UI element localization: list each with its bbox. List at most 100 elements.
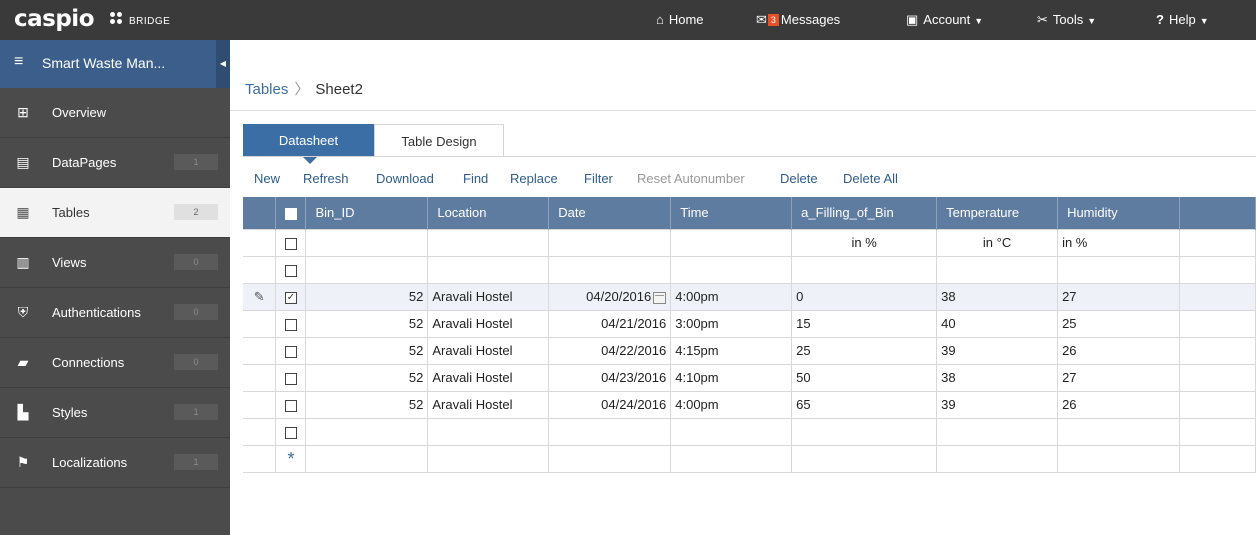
select-all-checkbox[interactable] [275,197,307,229]
column-header-time[interactable]: Time [670,197,793,229]
calendar-icon[interactable] [653,291,667,304]
cell-filling[interactable]: 0 [791,282,938,311]
row-checkbox[interactable] [275,336,307,365]
cell-time[interactable]: 4:00pm [670,390,793,419]
sidebar-item-datapages[interactable]: ▤ DataPages 1 [0,138,230,188]
cell-filling[interactable]: 50 [791,363,938,392]
cell[interactable] [936,417,1059,446]
table-row[interactable]: 52 Aravali Hostel 04/21/2016 3:00pm 15 4… [243,309,1256,338]
new-button[interactable]: New [254,171,280,186]
logo[interactable]: caspio [14,6,95,32]
messages-link[interactable]: ✉ 3 Messages [756,0,840,40]
tab-table-design[interactable]: Table Design [374,124,504,157]
cell-filling[interactable]: 25 [791,336,938,365]
row-checkbox[interactable] [275,255,307,284]
find-button[interactable]: Find [463,171,488,186]
cell-location[interactable]: Aravali Hostel [427,309,550,338]
cell[interactable] [427,228,550,257]
cell-humidity[interactable]: 26 [1057,336,1180,365]
sidebar-item-localizations[interactable]: ⚑ Localizations 1 [0,438,230,488]
unit-cell[interactable]: in % [1057,228,1180,257]
cell[interactable] [1057,444,1180,473]
refresh-button[interactable]: Refresh [303,171,349,186]
cell-temperature[interactable]: 40 [936,309,1059,338]
cell[interactable] [1057,417,1180,446]
cell[interactable] [305,417,429,446]
cell-filling[interactable]: 15 [791,309,938,338]
cell-location[interactable]: Aravali Hostel [427,363,550,392]
cell[interactable] [936,444,1059,473]
cell-humidity[interactable]: 26 [1057,390,1180,419]
help-menu[interactable]: ? Help ▼ [1156,0,1209,40]
cell[interactable] [791,444,938,473]
cell-temperature[interactable]: 38 [936,282,1059,311]
cell[interactable] [427,417,550,446]
cell-location[interactable]: Aravali Hostel [427,282,550,311]
cell[interactable] [427,444,550,473]
cell-bin-id[interactable]: 52 [305,390,429,419]
cell[interactable] [791,417,938,446]
row-checkbox[interactable] [275,390,307,419]
app-selector[interactable]: ≡ Smart Waste Man... ◀ [0,40,230,88]
column-header-filling[interactable]: a_Filling_of_Bin [791,197,938,229]
cell-humidity[interactable]: 25 [1057,309,1180,338]
cell[interactable] [670,444,793,473]
sidebar-item-styles[interactable]: ▙ Styles 1 [0,388,230,438]
cell-date[interactable]: 04/24/2016 [548,390,672,419]
cell-humidity[interactable]: 27 [1057,282,1180,311]
cell-bin-id[interactable]: 52 [305,363,429,392]
new-record-row[interactable]: * [243,444,1256,473]
pencil-icon[interactable]: ✎ [254,289,265,304]
cell-time[interactable]: 4:15pm [670,336,793,365]
column-header-bin-id[interactable]: Bin_ID [305,197,429,229]
cell[interactable] [1057,255,1180,284]
cell[interactable] [548,255,672,284]
table-row[interactable]: 52 Aravali Hostel 04/24/2016 4:00pm 65 3… [243,390,1256,419]
cell[interactable] [791,255,938,284]
cell-filling[interactable]: 65 [791,390,938,419]
account-menu[interactable]: ▣ Account ▼ [906,0,983,40]
unit-cell[interactable]: in °C [936,228,1059,257]
sidebar-item-connections[interactable]: ▰ Connections 0 [0,338,230,388]
table-row[interactable] [243,417,1256,446]
cell-bin-id[interactable]: 52 [305,282,429,311]
cell-date[interactable]: 04/20/2016 [548,282,672,311]
row-checkbox[interactable] [275,309,307,338]
row-checkbox[interactable] [275,228,307,257]
sidebar-item-views[interactable]: ▥ Views 0 [0,238,230,288]
cell-date[interactable]: 04/23/2016 [548,363,672,392]
cell[interactable] [427,255,550,284]
cell-bin-id[interactable]: 52 [305,336,429,365]
cell-location[interactable]: Aravali Hostel [427,336,550,365]
table-row[interactable]: 52 Aravali Hostel 04/22/2016 4:15pm 25 3… [243,336,1256,365]
unit-cell[interactable]: in % [791,228,938,257]
row-checkbox[interactable] [275,417,307,446]
sidebar-item-authentications[interactable]: ⛨ Authentications 0 [0,288,230,338]
cell[interactable] [548,417,672,446]
cell-date[interactable]: 04/21/2016 [548,309,672,338]
cell-time[interactable]: 4:00pm [670,282,793,311]
cell[interactable] [936,255,1059,284]
cell-time[interactable]: 3:00pm [670,309,793,338]
tools-menu[interactable]: ✂ Tools ▼ [1037,0,1096,40]
delete-button[interactable]: Delete [780,171,818,186]
sidebar-item-overview[interactable]: ⊞ Overview [0,88,230,138]
cell-temperature[interactable]: 39 [936,390,1059,419]
cell[interactable] [305,228,429,257]
cell[interactable] [548,444,672,473]
table-row[interactable] [243,255,1256,284]
column-header-date[interactable]: Date [548,197,672,229]
cell-temperature[interactable]: 39 [936,336,1059,365]
cell[interactable] [670,255,793,284]
cell-humidity[interactable]: 27 [1057,363,1180,392]
cell[interactable] [305,255,429,284]
cell[interactable] [548,228,672,257]
delete-all-button[interactable]: Delete All [843,171,898,186]
collapse-sidebar-icon[interactable]: ◀ [216,40,230,88]
breadcrumb-tables-link[interactable]: Tables [245,81,288,98]
filter-button[interactable]: Filter [584,171,613,186]
cell-location[interactable]: Aravali Hostel [427,390,550,419]
sidebar-item-tables[interactable]: ▦ Tables 2 [0,188,230,238]
table-row[interactable]: in % in °C in % [243,228,1256,257]
cell-bin-id[interactable]: 52 [305,309,429,338]
